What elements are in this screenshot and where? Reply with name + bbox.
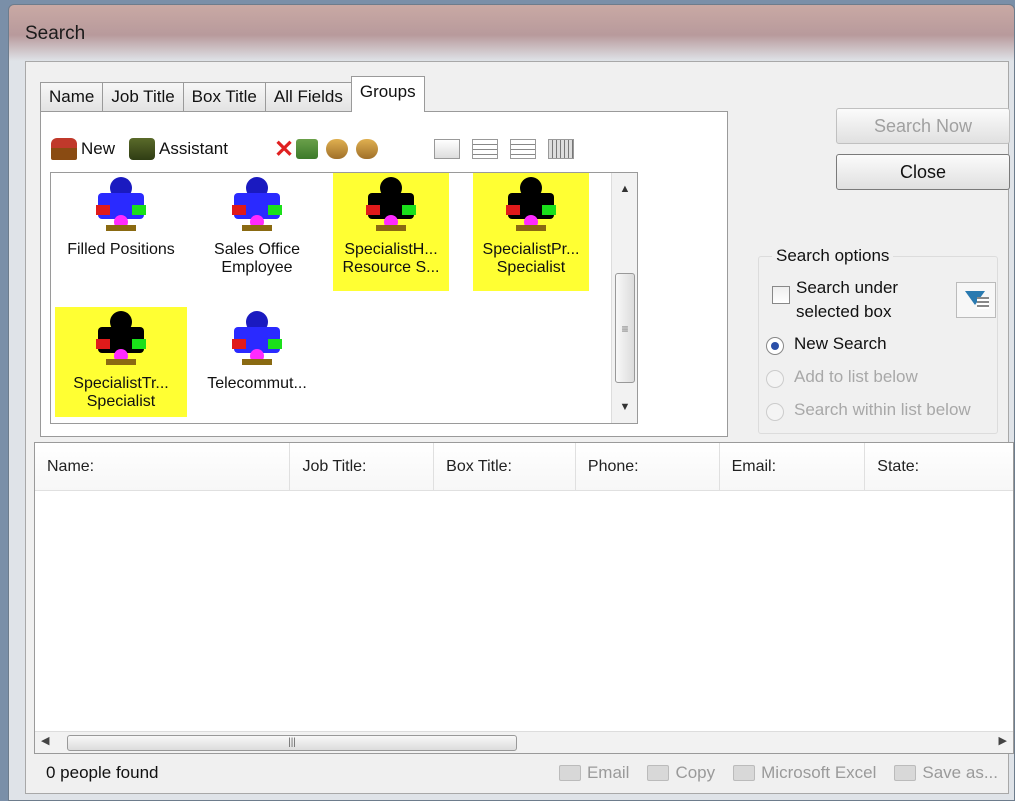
assistant-icon [129,138,156,160]
org-chart-icon [96,311,146,367]
group-label-2: Employee [221,259,293,276]
search-window: Search Name Job Title Box Title All Fiel… [8,4,1015,801]
close-button[interactable]: Close [836,154,1010,190]
new-search-label: New Search [794,334,887,353]
column-header-box-title[interactable]: Box Title: [434,443,576,491]
email-label: Email [586,763,630,782]
copy-icon [647,765,670,781]
groups-panel: New Assistant ✕ Filled Positions Sales O… [40,111,728,437]
result-actions: Email Copy Microsoft Excel Save as... [541,756,998,790]
tab-box-title[interactable]: Box Title [182,82,266,112]
move-back-icon[interactable] [356,139,378,159]
list-view-icon[interactable] [510,139,536,159]
search-options-legend: Search options [772,246,894,266]
group-label-2: Resource S... [342,259,440,276]
org-chart-icon [366,177,416,233]
group-label-2: Specialist [496,259,566,276]
search-tabs: Name Job Title Box Title All Fields Grou… [40,74,425,112]
large-icons-view-icon[interactable] [434,139,460,159]
group-label-1: SpecialistPr... [482,241,580,258]
column-header-state[interactable]: State: [865,443,1013,491]
delete-icon[interactable]: ✕ [272,135,296,164]
results-header: Name: Job Title: Box Title: Phone: Email… [35,443,1013,491]
group-item[interactable]: Telecommut... [191,307,323,417]
new-chair-icon [51,138,77,160]
window-title: Search [25,23,86,44]
results-grid[interactable]: Name: Job Title: Box Title: Phone: Email… [34,442,1014,754]
column-header-job-title[interactable]: Job Title: [290,443,435,491]
excel-icon [733,765,756,781]
search-under-label: Search under selected box [796,278,899,321]
scroll-right-arrow-icon[interactable]: ▶ [999,734,1007,747]
save-icon [894,765,917,781]
org-chart-icon [506,177,556,233]
people-found-count: 0 people found [46,763,159,782]
save-as-button[interactable]: Save as... [894,763,998,783]
status-bar: 0 people found Email Copy Microsoft Exce… [34,756,1014,790]
copy-label: Copy [675,763,716,782]
new-group-button[interactable]: New [51,138,115,160]
column-header-phone[interactable]: Phone: [576,443,720,491]
excel-label: Microsoft Excel [761,763,877,782]
scroll-left-arrow-icon[interactable]: ◀ [41,734,49,747]
group-label-1: Sales Office [214,241,300,258]
group-label-2: Specialist [86,393,156,410]
add-to-list-radio[interactable] [766,370,784,388]
tab-groups[interactable]: Groups [350,76,425,112]
group-label-1: Filled Positions [67,241,175,258]
group-label-1: Telecommut... [207,375,307,392]
tab-name[interactable]: Name [40,82,104,112]
assistant-button[interactable]: Assistant [129,138,228,160]
group-label-1: SpecialistTr... [73,375,169,392]
details-view-icon[interactable] [548,139,574,159]
groups-toolbar: New Assistant ✕ [51,134,711,164]
search-now-button[interactable]: Search Now [836,108,1010,144]
dialog-client: Name Job Title Box Title All Fields Grou… [25,61,1014,794]
h-scroll-thumb[interactable]: ||| [67,735,517,751]
tab-all-fields[interactable]: All Fields [264,82,352,112]
filter-button[interactable] [956,282,996,318]
email-button[interactable]: Email [558,763,630,783]
edit-group-icon[interactable] [296,139,318,159]
email-icon [558,765,581,781]
scroll-thumb[interactable]: ≡ [615,273,635,383]
org-chart-icon [232,177,282,233]
new-label: New [81,139,116,158]
excel-button[interactable]: Microsoft Excel [733,763,876,783]
group-item[interactable]: Sales Office Employee [191,177,323,295]
group-item[interactable]: SpecialistPr... Specialist [473,173,589,291]
group-item[interactable]: Filled Positions [55,177,187,295]
scroll-up-arrow-icon[interactable]: ▲ [612,177,637,201]
grid-icon [977,297,989,309]
column-header-email[interactable]: Email: [720,443,866,491]
tab-job-title[interactable]: Job Title [102,82,184,112]
list-vertical-scrollbar[interactable]: ▲ ≡ ▼ [611,173,637,423]
add-to-list-label: Add to list below [794,367,918,386]
search-within-label: Search within list below [794,400,971,419]
search-under-checkbox[interactable] [772,286,790,304]
group-item[interactable]: SpecialistH... Resource S... [333,173,449,291]
org-chart-icon [232,311,282,367]
new-search-radio[interactable] [766,337,784,355]
copy-button[interactable]: Copy [647,763,715,783]
move-people-icon[interactable] [326,139,348,159]
group-label-1: SpecialistH... [344,241,438,258]
assistant-label: Assistant [159,139,228,158]
small-icons-view-icon[interactable] [472,139,498,159]
search-within-radio[interactable] [766,403,784,421]
save-as-label: Save as... [922,763,998,782]
group-item[interactable]: SpecialistTr... Specialist [55,307,187,417]
org-chart-icon [96,177,146,233]
groups-listview[interactable]: Filled Positions Sales Office Employee S… [50,172,638,424]
results-horizontal-scrollbar[interactable]: ◀ ||| ▶ [35,731,1013,753]
scroll-down-arrow-icon[interactable]: ▼ [612,395,637,419]
column-header-name[interactable]: Name: [35,443,291,491]
